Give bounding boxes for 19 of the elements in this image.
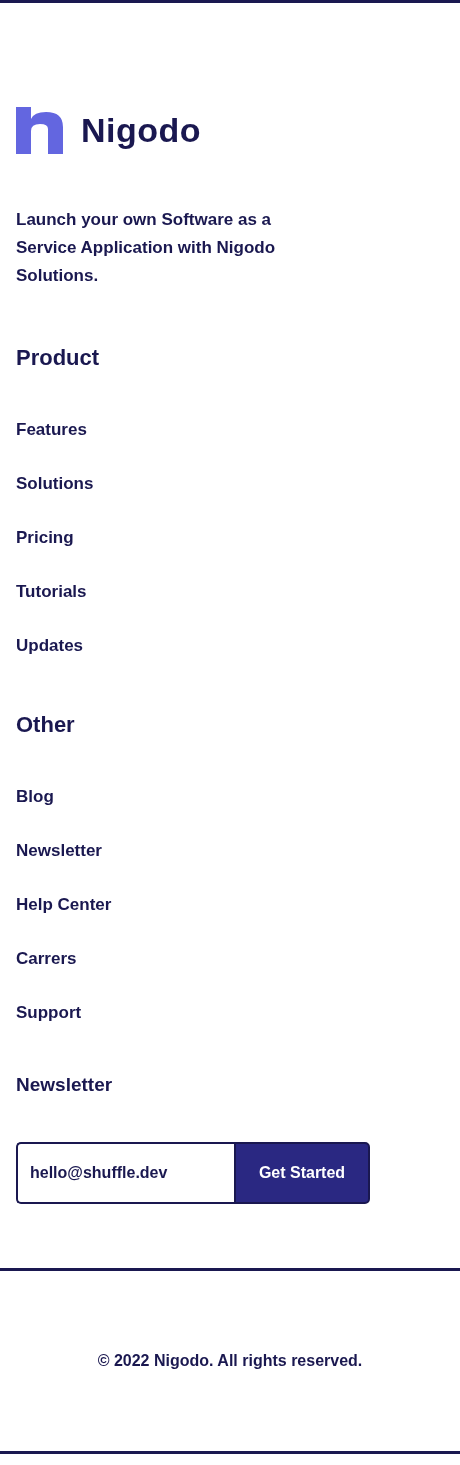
footer-link[interactable]: Carrers [16,948,77,970]
footer-link[interactable]: Blog [16,786,54,808]
footer-link[interactable]: Tutorials [16,581,87,603]
get-started-button[interactable]: Get Started [234,1142,370,1204]
footer-link[interactable]: Updates [16,635,84,657]
tagline: Launch your own Software as a Service Application with Nigodo Solutions. [16,209,277,287]
section-heading: Other [16,711,76,739]
newsletter-heading: Newsletter [16,1073,114,1097]
footer-link[interactable]: Pricing [16,527,74,549]
copyright-text: © 2022 Nigodo. All rights reserved. [97,1352,363,1370]
email-field[interactable]: hello@shuffle.dev [16,1142,234,1204]
brand-name: Nigodo [81,111,202,150]
footer-link[interactable]: Newsletter [16,840,102,862]
footer-link[interactable]: Features [16,419,87,441]
logo-icon [16,107,63,154]
footer-link[interactable]: Support [16,1002,82,1024]
footer-link[interactable]: Help Center [16,894,112,916]
footer-link[interactable]: Solutions [16,473,94,495]
section-heading: Product [16,344,101,372]
